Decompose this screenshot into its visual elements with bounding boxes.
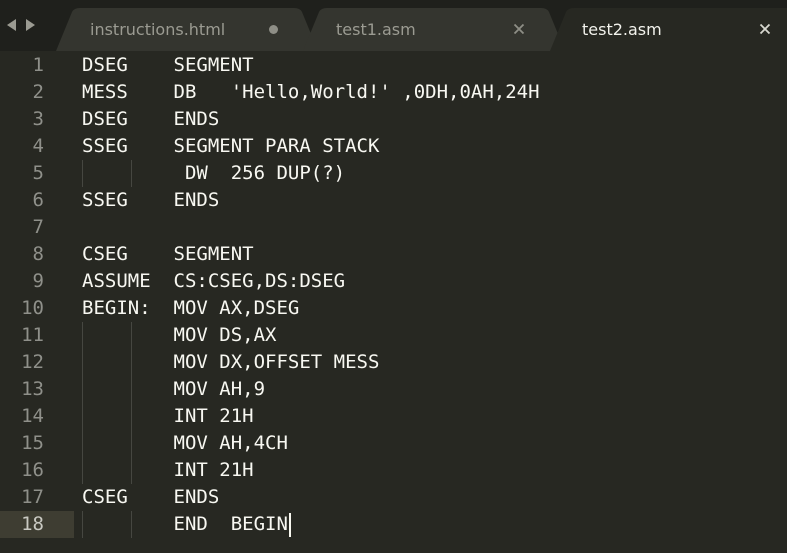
text-cursor [289, 513, 291, 537]
code-line[interactable]: MESS DB 'Hello,World!' ,0DH,0AH,24H [82, 79, 540, 106]
line-number: 13 [21, 378, 44, 400]
code-line[interactable]: MOV AH,4CH [82, 430, 288, 457]
code-line[interactable]: CSEG ENDS [82, 484, 219, 511]
tab-test1-asm[interactable]: test1.asm [303, 8, 565, 51]
code-line[interactable]: SSEG ENDS [82, 187, 219, 214]
line-number: 3 [32, 108, 44, 130]
unsaved-dot-icon[interactable] [266, 22, 280, 36]
line-number: 1 [32, 54, 44, 76]
line-number: 2 [32, 81, 44, 103]
editor-window: instructions.html test1.asm test2.asm 1 … [0, 0, 787, 553]
line-number: 11 [21, 324, 44, 346]
tab-navigation [6, 14, 36, 36]
code-line[interactable]: ASSUME CS:CSEG,DS:DSEG [82, 268, 345, 295]
line-number: 5 [32, 162, 44, 184]
line-number: 12 [21, 351, 44, 373]
code-line[interactable]: SSEG SEGMENT PARA STACK [82, 133, 379, 160]
line-number: 7 [32, 216, 44, 238]
tab-instructions-html[interactable]: instructions.html [56, 8, 318, 51]
line-number: 16 [21, 459, 44, 481]
code-line[interactable]: INT 21H [82, 457, 254, 484]
tab-bar: instructions.html test1.asm test2.asm [0, 0, 787, 51]
tab-label: test2.asm [582, 20, 662, 39]
line-number: 18 [21, 513, 44, 535]
line-number: 14 [21, 405, 44, 427]
line-number: 17 [21, 486, 44, 508]
line-number-gutter: 1 2 3 4 5 6 7 8 9 10 11 12 13 14 15 16 17 18 [0, 51, 74, 553]
code-line[interactable]: MOV DS,AX [82, 322, 277, 349]
close-icon[interactable] [758, 22, 772, 36]
line-number: 4 [32, 135, 44, 157]
code-line[interactable]: DW 256 DUP(?) [82, 160, 345, 187]
code-line[interactable]: INT 21H [82, 403, 254, 430]
line-number: 9 [32, 270, 44, 292]
code-line[interactable]: END BEGIN [82, 511, 288, 538]
chevron-left-icon[interactable] [6, 18, 18, 32]
tab-label: test1.asm [336, 20, 416, 39]
code-editor[interactable]: 1 2 3 4 5 6 7 8 9 10 11 12 13 14 15 16 17 18 DSEG SEGMENT… [0, 51, 787, 553]
code-line[interactable]: DSEG SEGMENT [82, 52, 254, 79]
code-line[interactable]: MOV DX,OFFSET MESS [82, 349, 380, 376]
tab-test2-asm[interactable]: test2.asm [550, 8, 787, 51]
code-area[interactable]: DSEG SEGMENT MESS DB 'Hello,World!' ,0DH,… [82, 51, 787, 553]
line-number: 8 [32, 243, 44, 265]
line-number: 6 [32, 189, 44, 211]
close-icon[interactable] [512, 22, 526, 36]
chevron-right-icon[interactable] [24, 18, 36, 32]
code-line[interactable]: CSEG SEGMENT [82, 241, 254, 268]
code-line[interactable]: MOV AH,9 [82, 376, 266, 403]
code-line[interactable]: DSEG ENDS [82, 106, 219, 133]
code-line[interactable]: BEGIN: MOV AX,DSEG [82, 295, 299, 322]
line-number: 15 [21, 432, 44, 454]
tab-label: instructions.html [90, 20, 226, 39]
line-number: 10 [21, 297, 44, 319]
